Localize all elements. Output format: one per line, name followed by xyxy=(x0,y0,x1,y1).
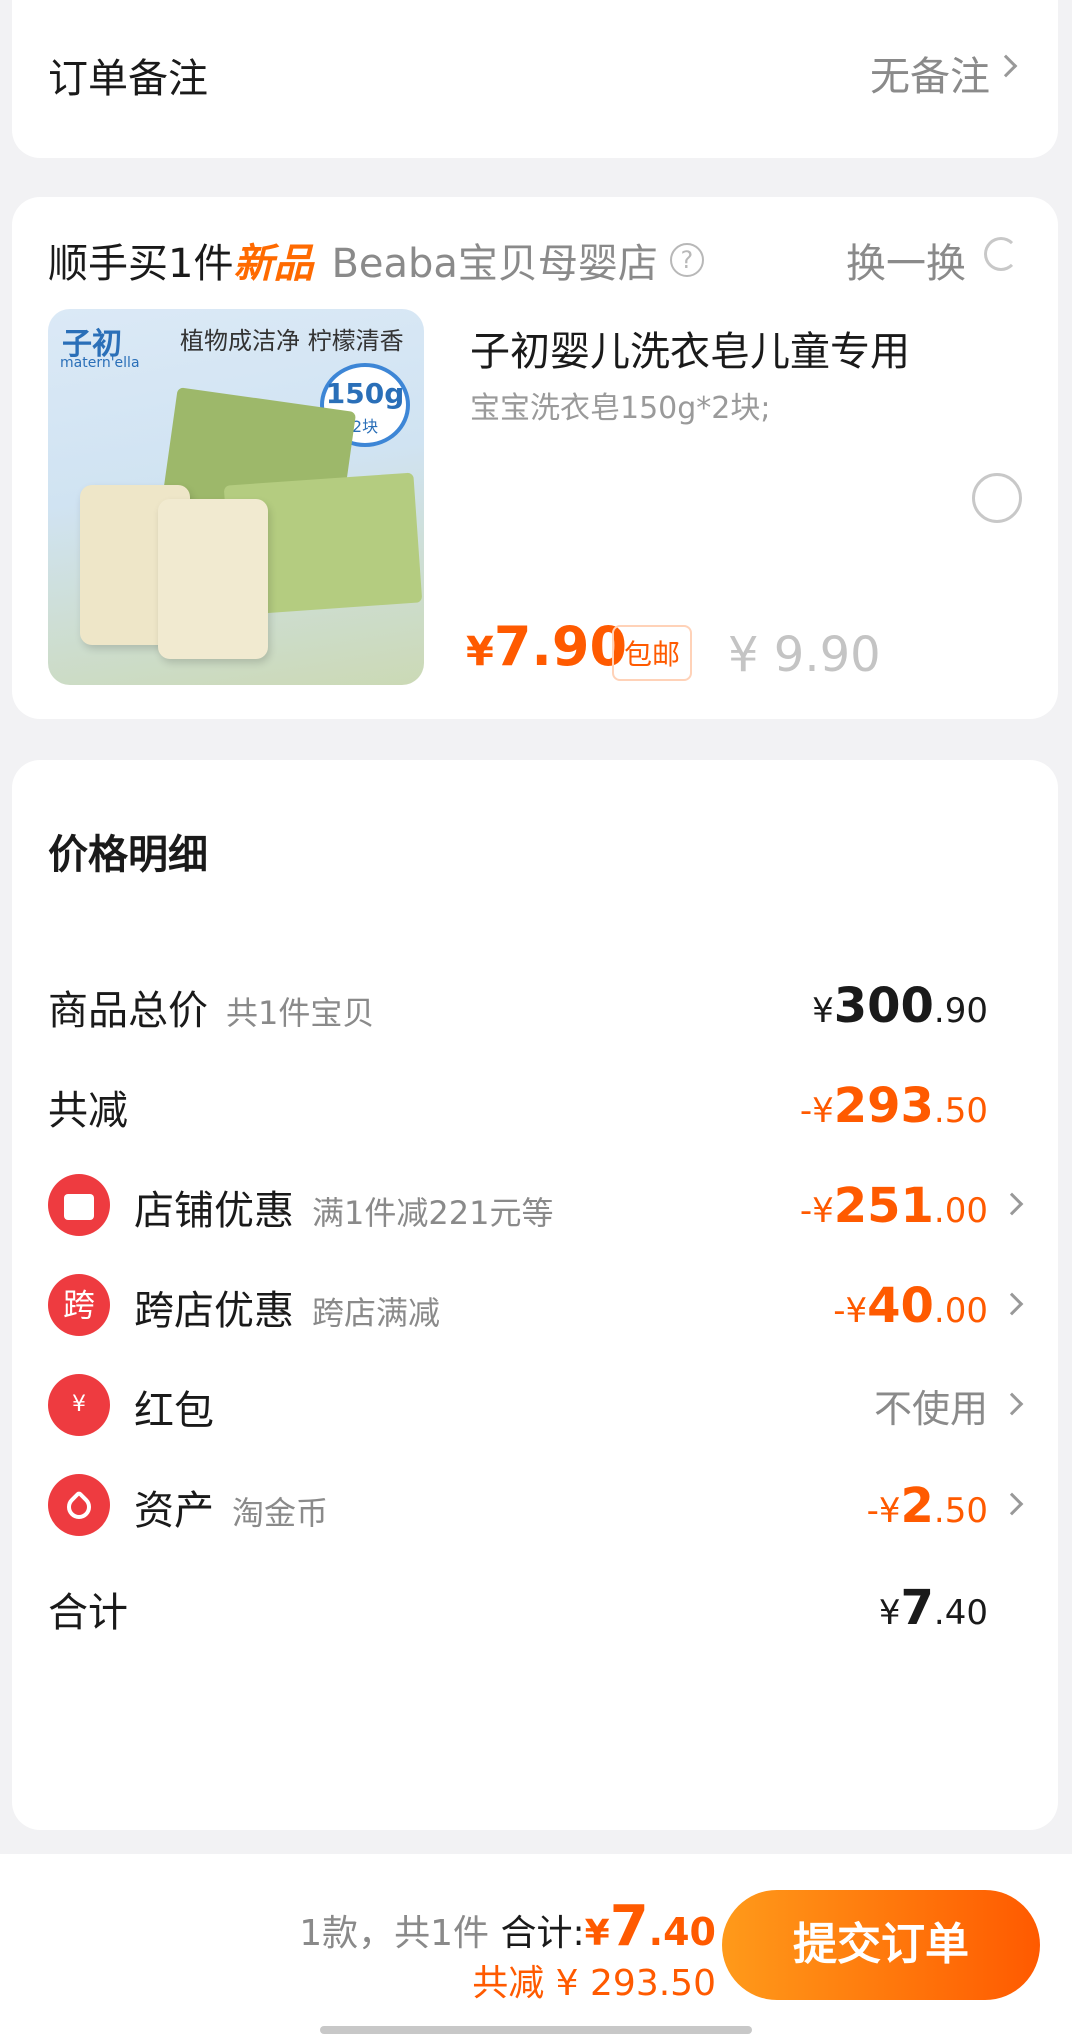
price-currency: ¥ xyxy=(466,629,494,675)
value-prefix: -¥ xyxy=(799,1091,834,1131)
red-packet-label: 红包 xyxy=(134,1388,214,1434)
checkout-summary: 1款，共1件 合计:¥7.40 xyxy=(299,1894,716,1959)
value-int: 293 xyxy=(833,1078,934,1134)
store-discount-label: 店铺优惠 xyxy=(134,1188,294,1234)
row-total-discount: 共减 -¥293.50 xyxy=(48,1078,1022,1138)
cross-store-label: 跨店优惠 xyxy=(134,1288,294,1334)
image-brand-en: matern'ella xyxy=(60,355,140,371)
order-remark-value[interactable]: 无备注 xyxy=(870,44,990,102)
product-image[interactable]: 子初 matern'ella 植物成洁净 柠檬清香 150g 2块 xyxy=(48,309,424,685)
chevron-right-icon[interactable] xyxy=(1000,1292,1024,1316)
subtotal-label: 合计 xyxy=(48,1590,128,1636)
value-prefix: -¥ xyxy=(866,1491,901,1531)
total-label: 合计: xyxy=(500,1913,585,1954)
help-icon[interactable]: ? xyxy=(669,243,704,277)
order-remark-card[interactable]: 订单备注 无备注 xyxy=(12,0,1058,158)
value-dec: .50 xyxy=(933,1491,988,1531)
value-prefix: -¥ xyxy=(799,1191,834,1231)
shop-icon xyxy=(48,1174,110,1236)
assets-sub: 淘金币 xyxy=(232,1494,329,1532)
home-indicator[interactable] xyxy=(320,2026,752,2034)
free-shipping-badge: 包邮 xyxy=(612,625,693,681)
price-details-title: 价格明细 xyxy=(48,832,208,878)
product-spec: 宝宝洗衣皂150g*2块; xyxy=(470,391,771,426)
value-int: 7 xyxy=(900,1580,934,1636)
row-store-discount[interactable]: 店铺优惠 满1件减221元等 -¥251.00 xyxy=(48,1174,1024,1238)
image-weight: 150g xyxy=(325,377,405,410)
value-dec: .90 xyxy=(933,991,988,1031)
total-amount: ¥7.40 xyxy=(585,1894,716,1959)
row-subtotal: 合计 ¥7.40 xyxy=(48,1580,1022,1640)
row-label: 合计 xyxy=(48,1580,128,1638)
store-discount-value: -¥251.00 xyxy=(800,1178,988,1234)
chevron-right-icon[interactable] xyxy=(994,54,1018,78)
row-label: 店铺优惠 满1件减221元等 xyxy=(134,1178,553,1236)
add-on-prefix: 顺手买1件 xyxy=(48,241,234,287)
value-prefix: ¥ xyxy=(878,1593,901,1633)
product-title[interactable]: 子初婴儿洗衣皂儿童专用 xyxy=(470,319,910,377)
row-cross-store-discount[interactable]: 跨 跨店优惠 跨店满减 -¥40.00 xyxy=(48,1274,1024,1338)
assets-value: -¥2.50 xyxy=(867,1478,988,1534)
row-label: 跨店优惠 跨店满减 xyxy=(134,1278,440,1336)
total-dec: .40 xyxy=(648,1910,716,1954)
image-slogan: 植物成洁净 柠檬清香 xyxy=(180,327,404,355)
add-on-header: 顺手买1件 新品 Beaba宝贝母婴店 ? xyxy=(48,231,704,289)
value-prefix: ¥ xyxy=(812,991,834,1031)
total-currency: ¥ xyxy=(584,1913,610,1954)
chevron-right-icon[interactable] xyxy=(1000,1392,1024,1416)
assets-label: 资产 xyxy=(134,1488,214,1534)
submit-order-button[interactable]: 提交订单 xyxy=(722,1890,1040,2000)
shop-name[interactable]: Beaba宝贝母婴店 xyxy=(331,231,657,289)
product-price: ¥7.90 xyxy=(466,615,627,678)
subtotal-value: ¥7.40 xyxy=(879,1580,988,1636)
price-value: 7.90 xyxy=(493,615,628,678)
value-int: 300 xyxy=(833,978,934,1034)
value-int: 2 xyxy=(900,1478,934,1534)
value-dec: .50 xyxy=(933,1091,988,1131)
value-dec: .00 xyxy=(933,1191,988,1231)
row-assets[interactable]: 资产 淘金币 -¥2.50 xyxy=(48,1474,1024,1538)
goods-total-value: ¥300.90 xyxy=(812,978,988,1034)
chevron-right-icon[interactable] xyxy=(1000,1192,1024,1216)
swap-button[interactable]: 换一换 xyxy=(846,231,966,289)
cross-store-value: -¥40.00 xyxy=(833,1278,988,1334)
add-on-product-card: 顺手买1件 新品 Beaba宝贝母婴店 ? 换一换 子初 matern'ella… xyxy=(12,197,1058,719)
value-int: 251 xyxy=(833,1178,934,1234)
coin-tag-icon xyxy=(48,1474,110,1536)
refresh-icon[interactable] xyxy=(984,237,1018,271)
soap-bar xyxy=(158,499,268,659)
cross-store-icon: 跨 xyxy=(48,1274,110,1336)
goods-total-label: 商品总价 xyxy=(48,988,208,1034)
new-product-tag: 新品 xyxy=(233,241,314,287)
total-int: 7 xyxy=(609,1894,649,1959)
row-label: 共减 xyxy=(48,1078,128,1136)
chevron-right-icon[interactable] xyxy=(1000,1492,1024,1516)
order-remark-label: 订单备注 xyxy=(48,56,208,102)
red-packet-value: 不使用 xyxy=(873,1387,988,1431)
store-discount-sub: 满1件减221元等 xyxy=(312,1194,554,1232)
value-dec: .40 xyxy=(933,1593,988,1633)
total-discount-label: 共减 xyxy=(48,1088,128,1134)
cross-store-sub: 跨店满减 xyxy=(312,1294,441,1332)
red-packet-icon: ¥ xyxy=(48,1374,110,1436)
row-label: 资产 淘金币 xyxy=(134,1478,328,1536)
value-int: 40 xyxy=(867,1278,934,1334)
total-discount-value: -¥293.50 xyxy=(800,1078,988,1134)
item-count: 1款，共1件 xyxy=(299,1913,490,1954)
saved-amount: 共减 ¥ 293.50 xyxy=(472,1963,716,2004)
value-prefix: -¥ xyxy=(833,1291,868,1331)
row-label: 商品总价 共1件宝贝 xyxy=(48,978,374,1036)
value-dec: .00 xyxy=(933,1291,988,1331)
row-label: 红包 xyxy=(134,1378,214,1436)
select-radio[interactable] xyxy=(972,473,1022,523)
row-red-packet[interactable]: ¥ 红包 不使用 xyxy=(48,1374,1024,1438)
row-goods-total: 商品总价 共1件宝贝 ¥300.90 xyxy=(48,978,1022,1038)
checkout-bar: 1款，共1件 合计:¥7.40 共减 ¥ 293.50 提交订单 xyxy=(0,1854,1072,2036)
goods-total-sub: 共1件宝贝 xyxy=(226,994,375,1032)
price-details-card: 价格明细 商品总价 共1件宝贝 ¥300.90 共减 -¥293.50 店铺优惠满… xyxy=(12,760,1058,1830)
original-price: ¥ 9.90 xyxy=(728,627,881,683)
